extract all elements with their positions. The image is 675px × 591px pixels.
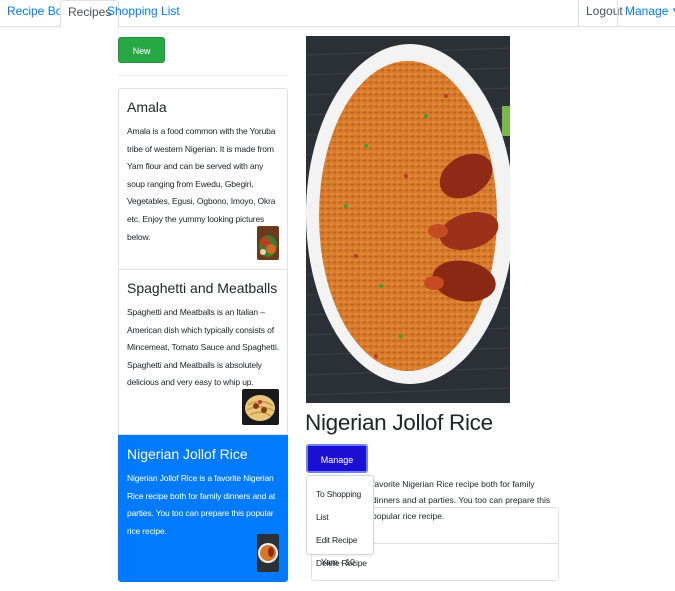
menu-item-edit-recipe[interactable]: Edit Recipe [307, 529, 373, 552]
recipe-image [306, 36, 510, 403]
recipe-thumbnail [257, 534, 279, 572]
recipe-list-item-selected[interactable]: Nigerian Jollof Rice Nigerian Jollof Ric… [118, 435, 288, 582]
menu-item-to-shopping-list[interactable]: To Shopping List [307, 483, 373, 529]
manage-recipe-menu: To Shopping List Edit Recipe Delete Reci… [306, 475, 374, 568]
divider [118, 75, 288, 76]
manage-dropdown-toggle[interactable]: Manage▼ [617, 0, 675, 27]
recipe-list-item[interactable]: Amala Amala is a food common with the Yo… [118, 88, 288, 270]
recipe-thumbnail [242, 389, 279, 425]
manage-recipe-button[interactable]: Manage Recipe▼ [306, 444, 368, 494]
menu-item-delete-recipe[interactable]: Delete Recipe [307, 552, 373, 575]
new-recipe-button[interactable]: New Recipes [118, 37, 165, 82]
recipe-thumbnail [257, 226, 279, 260]
recipe-title: Nigerian Jollof Rice [305, 410, 493, 435]
recipe-list-item-description: Spaghetti and Meatballs is an Italian – … [127, 307, 279, 388]
recipe-list-item[interactable]: Spaghetti and Meatballs Spaghetti and Me… [118, 269, 288, 435]
manage-label: Manage [625, 4, 669, 18]
nav-tab-shopping-list[interactable]: Shopping List [100, 0, 187, 27]
recipe-list-item-title: Spaghetti and Meatballs [127, 280, 278, 296]
caret-down-icon: ▼ [671, 6, 675, 15]
recipe-list-item-description: Nigerian Jollof Rice is a favorite Niger… [127, 473, 276, 536]
top-navbar: Recipe Book Recipes Shopping List Logout… [0, 0, 675, 28]
recipe-list-item-title: Nigerian Jollof Rice [127, 446, 248, 462]
recipe-list-item-title: Amala [127, 99, 167, 115]
